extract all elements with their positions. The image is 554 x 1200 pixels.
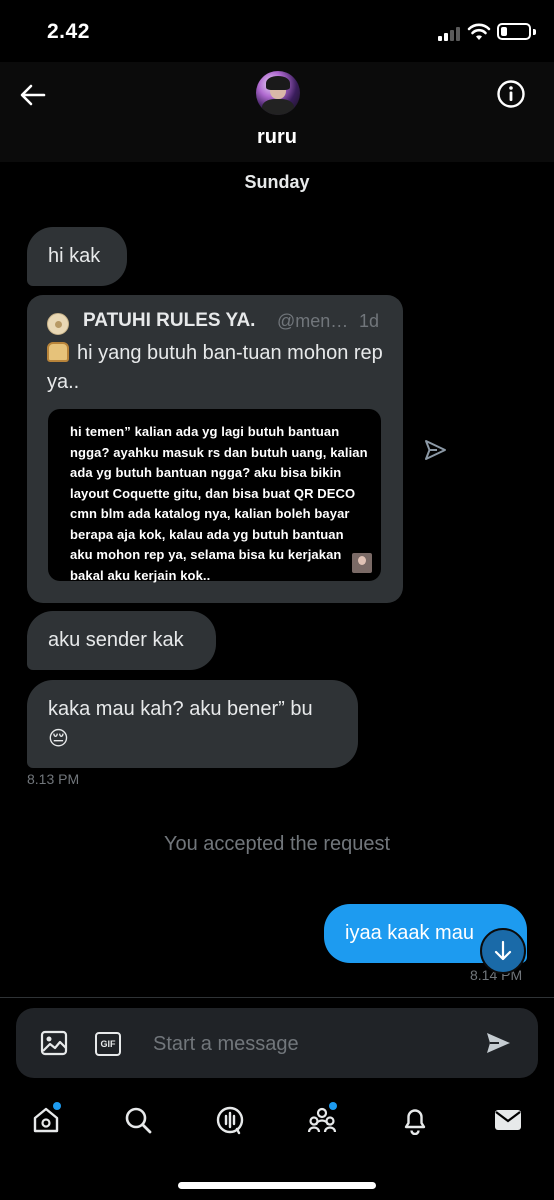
back-arrow-icon[interactable]	[18, 80, 48, 110]
quote-author-name: PATUHI RULES YA.	[83, 310, 256, 331]
messages-icon	[495, 1110, 521, 1130]
wifi-icon	[467, 23, 491, 40]
notification-dot	[329, 1102, 337, 1110]
quote-author-handle: @men…	[277, 311, 349, 331]
quote-image-card[interactable]: hi temen” kalian ada yg lagi butuh bantu…	[48, 409, 381, 583]
contact-name[interactable]: ruru	[0, 126, 554, 149]
tab-notifications[interactable]	[390, 1095, 440, 1145]
message-text: iyaa kaak mau	[345, 922, 474, 944]
message-text: hi kak	[48, 245, 101, 267]
quote-image-text: hi temen” kalian ada yg lagi butuh bantu…	[70, 424, 368, 583]
quote-text: hi yang butuh ban-tuan mohon rep ya..	[47, 342, 383, 393]
bread-emoji-icon	[47, 342, 69, 362]
bottom-tab-bar	[0, 1095, 554, 1155]
send-icon[interactable]	[484, 1030, 512, 1056]
avatar[interactable]	[256, 71, 300, 115]
quote-avatar	[47, 313, 69, 335]
battery-icon	[497, 23, 531, 40]
message-input[interactable]	[153, 1028, 453, 1060]
tab-spaces[interactable]	[205, 1095, 255, 1145]
received-message[interactable]: kaka mau kah? aku bener” bu 😔	[27, 680, 358, 768]
day-separator: Sunday	[244, 172, 310, 192]
conversation-header: ruru	[0, 62, 554, 162]
tab-home[interactable]	[21, 1095, 71, 1145]
received-message[interactable]: hi kak	[27, 227, 127, 286]
share-icon[interactable]	[422, 437, 448, 463]
gif-button[interactable]: GIF	[95, 1032, 121, 1056]
notifications-icon	[404, 1109, 426, 1135]
spaces-icon	[216, 1106, 244, 1135]
quote-image-thumbnail	[352, 553, 372, 573]
divider	[0, 997, 554, 998]
info-icon[interactable]	[496, 79, 526, 109]
received-message[interactable]: aku sender kak	[27, 611, 216, 670]
tab-communities[interactable]	[297, 1095, 347, 1145]
tab-messages[interactable]	[483, 1095, 533, 1145]
tab-search[interactable]	[113, 1095, 163, 1145]
battery-tip	[533, 29, 536, 35]
status-time: 2.42	[47, 20, 90, 43]
home-indicator	[178, 1182, 376, 1189]
scroll-to-bottom-button[interactable]	[480, 928, 526, 974]
system-notice: You accepted the request	[163, 833, 391, 855]
arrow-down-icon	[494, 940, 512, 961]
signal-icon	[438, 25, 462, 41]
sad-face-emoji: 😔	[48, 728, 69, 750]
quoted-post[interactable]: PATUHI RULES YA. @men… 1d hi yang butuh …	[27, 295, 403, 603]
image-icon[interactable]	[40, 1030, 68, 1056]
message-timestamp: 8.13 PM	[27, 771, 80, 787]
message-composer: GIF	[16, 1008, 538, 1078]
status-bar: 2.42	[0, 0, 554, 62]
message-text: aku sender kak	[48, 629, 184, 651]
notification-dot	[53, 1102, 61, 1110]
search-icon	[125, 1107, 152, 1134]
quote-time: 1d	[359, 311, 380, 331]
message-text: kaka mau kah? aku bener” bu	[48, 698, 313, 720]
